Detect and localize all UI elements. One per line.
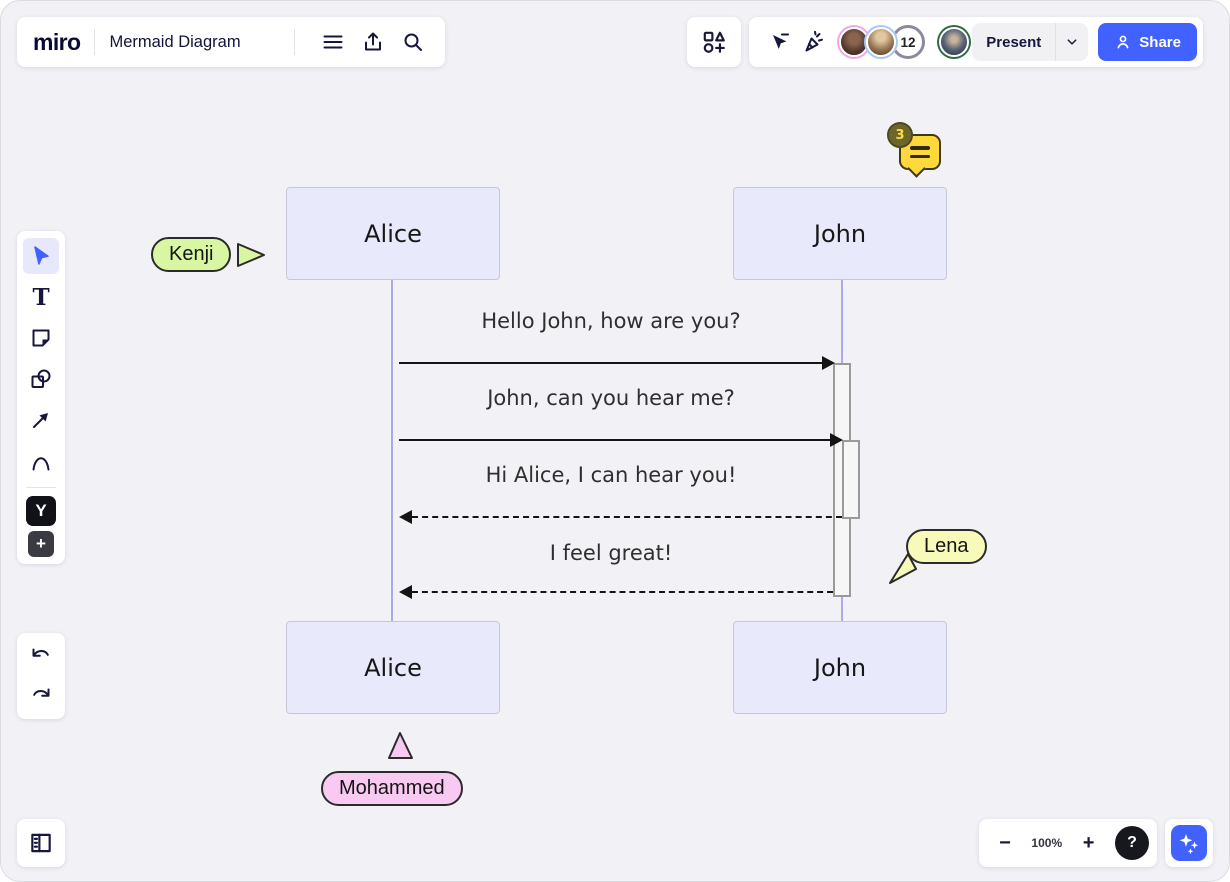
main-menu-button[interactable] — [317, 26, 349, 58]
actor-box-john-top[interactable]: John — [733, 187, 947, 280]
hide-cursors-button[interactable] — [763, 25, 797, 59]
sticky-note-icon — [29, 326, 53, 350]
tool-sticky-note[interactable] — [23, 320, 59, 356]
arrow-icon — [29, 408, 53, 432]
redo-button[interactable] — [24, 679, 58, 713]
lifeline-alice — [391, 278, 393, 623]
divider — [26, 487, 56, 488]
frames-panel-button[interactable] — [17, 819, 65, 867]
avatar-current-user[interactable] — [937, 25, 971, 59]
message-arrow-4[interactable] — [412, 591, 833, 593]
plus-icon: + — [36, 534, 46, 554]
add-tools-button[interactable]: + — [28, 531, 54, 557]
present-label: Present — [972, 34, 1055, 51]
frames-panel-icon — [28, 830, 54, 856]
divider — [294, 29, 295, 55]
arrowhead-left-3 — [399, 510, 412, 524]
party-popper-icon — [802, 30, 826, 54]
share-person-icon — [1114, 33, 1132, 51]
share-button[interactable]: Share — [1098, 23, 1197, 61]
search-icon — [401, 30, 425, 54]
export-icon — [361, 30, 385, 54]
avatar-collaborator-2[interactable] — [864, 25, 898, 59]
avatar-stack: 12 — [837, 25, 971, 59]
ai-assist-button[interactable] — [1171, 825, 1207, 861]
history-toolbar — [17, 633, 65, 719]
creation-toolbar: T Y + — [17, 231, 65, 564]
arrowhead-left-4 — [399, 585, 412, 599]
arrowhead-right-2 — [830, 433, 843, 447]
divider — [94, 29, 95, 55]
ai-assist-card — [1165, 819, 1213, 867]
chevron-down-icon — [1063, 33, 1081, 51]
message-arrow-1[interactable] — [399, 362, 823, 364]
menu-icon — [321, 30, 345, 54]
collaborator-cursor-pointer-lena — [887, 551, 919, 587]
collaborator-cursor-icon — [768, 30, 792, 54]
header-right-toolbar: 12 Present Share — [749, 17, 1203, 67]
collaborator-cursor-label-kenji: Kenji — [151, 237, 231, 272]
collaborator-cursor-pointer-mohammed — [387, 731, 415, 761]
select-cursor-icon — [29, 244, 53, 268]
share-label: Share — [1139, 34, 1181, 51]
tool-connection-line[interactable] — [23, 402, 59, 438]
zoom-in-button[interactable]: + — [1077, 832, 1101, 855]
comment-line-icon — [910, 155, 930, 159]
tool-text[interactable]: T — [23, 279, 59, 315]
avatar-photo — [866, 27, 896, 57]
activation-bar-inner — [842, 440, 860, 519]
message-label-2[interactable]: John, can you hear me? — [399, 386, 823, 416]
message-arrow-2[interactable] — [399, 439, 831, 441]
miro-logo[interactable]: miro — [33, 29, 80, 56]
comment-bubble[interactable]: 3 — [899, 134, 941, 170]
reactions-button[interactable] — [797, 25, 831, 59]
apps-panel-card — [687, 17, 741, 67]
avatar-photo — [939, 27, 969, 57]
pinned-app-button[interactable]: Y — [26, 496, 56, 526]
present-dropdown[interactable] — [1056, 33, 1088, 51]
apps-icon — [701, 29, 727, 55]
whiteboard-canvas[interactable]: Alice John Alice John Hello John, how ar… — [1, 1, 1229, 881]
board-title[interactable]: Mermaid Diagram — [109, 33, 240, 52]
message-label-1[interactable]: Hello John, how are you? — [399, 309, 823, 339]
text-tool-icon: T — [32, 286, 49, 309]
comment-line-icon — [910, 146, 930, 150]
zoom-level[interactable]: 100% — [1031, 836, 1062, 850]
header-left-toolbar: miro Mermaid Diagram — [17, 17, 445, 67]
app-y-icon: Y — [35, 501, 46, 521]
undo-button[interactable] — [24, 639, 58, 673]
sparkles-icon — [1177, 831, 1201, 855]
actor-box-alice-top[interactable]: Alice — [286, 187, 500, 280]
apps-button[interactable] — [695, 23, 733, 61]
help-button[interactable]: ? — [1115, 826, 1149, 860]
message-arrow-3[interactable] — [412, 516, 842, 518]
actor-box-alice-bottom[interactable]: Alice — [286, 621, 500, 714]
miro-board-window: Alice John Alice John Hello John, how ar… — [0, 0, 1230, 882]
message-label-3[interactable]: Hi Alice, I can hear you! — [399, 463, 823, 493]
tool-select[interactable] — [23, 238, 59, 274]
redo-icon — [29, 684, 53, 708]
collaborator-cursor-pointer-kenji — [235, 241, 267, 269]
comment-bubble-tail — [907, 159, 925, 177]
zoom-out-button[interactable]: − — [993, 832, 1017, 855]
message-label-4[interactable]: I feel great! — [399, 541, 823, 571]
undo-icon — [29, 644, 53, 668]
export-button[interactable] — [357, 26, 389, 58]
zoom-controls: − 100% + ? — [979, 819, 1157, 867]
question-mark-icon: ? — [1127, 834, 1137, 852]
pen-curve-icon — [29, 449, 53, 473]
shapes-icon — [29, 367, 53, 391]
arrowhead-right-1 — [822, 356, 835, 370]
actor-box-john-bottom[interactable]: John — [733, 621, 947, 714]
comment-count-badge: 3 — [887, 122, 913, 148]
collaborator-cursor-label-mohammed: Mohammed — [321, 771, 463, 806]
tool-shapes[interactable] — [23, 361, 59, 397]
present-button[interactable]: Present — [972, 23, 1088, 61]
search-button[interactable] — [397, 26, 429, 58]
tool-pen[interactable] — [23, 443, 59, 479]
